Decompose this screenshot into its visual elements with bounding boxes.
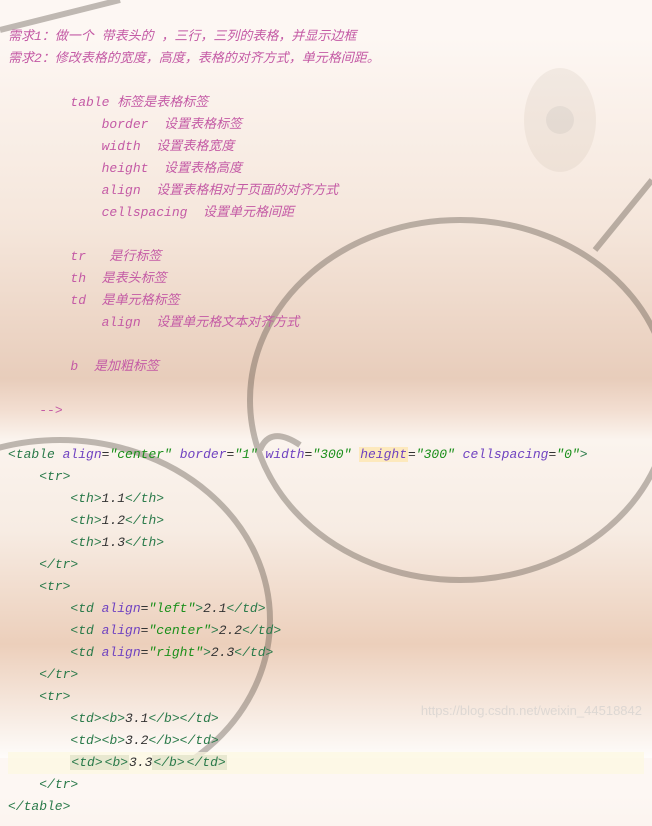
- tag-tr-close: </tr>: [39, 667, 78, 682]
- comment-line: align 设置单元格文本对齐方式: [102, 315, 300, 330]
- comment-line: cellspacing 设置单元格间距: [102, 205, 294, 220]
- comment-line: th 是表头标签: [70, 271, 166, 286]
- comment-line: b 是加粗标签: [70, 359, 158, 374]
- comment-line: table 标签是表格标签: [70, 95, 208, 110]
- tag-table-open: <table: [8, 447, 55, 462]
- tag-tr-open: <tr>: [39, 689, 70, 704]
- comment-line: height 设置表格高度: [102, 161, 242, 176]
- comment-line: 需求2：修改表格的宽度，高度，表格的对齐方式，单元格间距。: [8, 51, 380, 66]
- comment-line: 需求1：做一个 带表头的 ，三行，三列的表格，并显示边框: [8, 29, 356, 44]
- comment-line: align 设置表格相对于页面的对齐方式: [102, 183, 339, 198]
- comment-line: tr 是行标签: [70, 249, 161, 264]
- comment-end: -->: [39, 403, 62, 418]
- comment-line: border 设置表格标签: [102, 117, 242, 132]
- tag-tr-open: <tr>: [39, 579, 70, 594]
- tag-tr-close: </tr>: [39, 777, 78, 792]
- highlighted-line: <td><b>3.3</b></td>: [8, 752, 644, 774]
- tag-tr-close: </tr>: [39, 557, 78, 572]
- comment-line: width 设置表格宽度: [102, 139, 235, 154]
- watermark: https://blog.csdn.net/weixin_44518842: [421, 700, 642, 722]
- comment-line: td 是单元格标签: [70, 293, 179, 308]
- tag-table-close: </table>: [8, 799, 70, 814]
- tag-tr-open: <tr>: [39, 469, 70, 484]
- highlighted-attr-height: height: [359, 447, 408, 462]
